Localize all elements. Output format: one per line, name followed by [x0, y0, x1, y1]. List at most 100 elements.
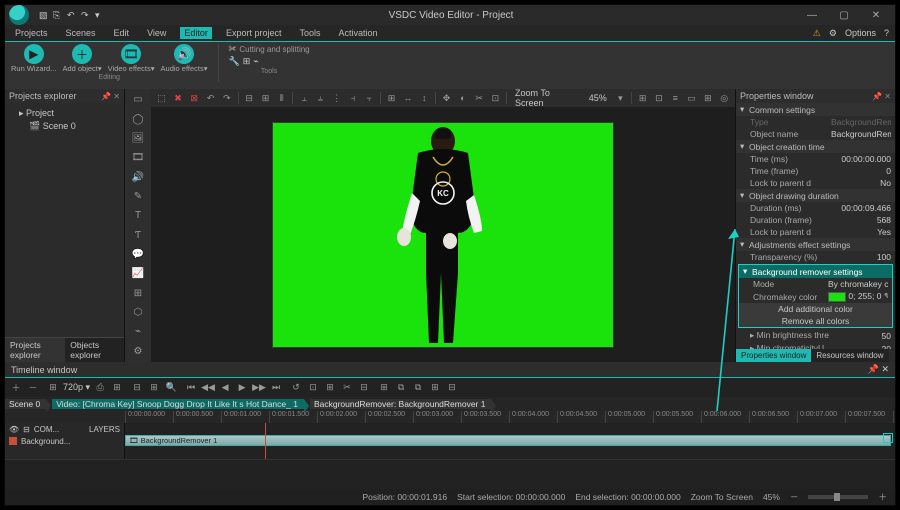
tool-icon[interactable]: Ƭ [129, 227, 147, 244]
tab-properties[interactable]: Properties window [736, 349, 811, 362]
zoom-out-icon[interactable]: － [790, 491, 799, 503]
remove-all-colors-button[interactable]: Remove all colors [739, 315, 892, 327]
eye-icon[interactable]: 👁 [9, 425, 19, 434]
tl-icon[interactable]: ⊞ [323, 381, 337, 395]
tool-icon[interactable]: 💬 [129, 246, 147, 263]
timeline-ruler[interactable]: 0:00:00.0000:00:00.5000:00:01.0000:00:01… [5, 411, 895, 423]
tool-icon[interactable]: 🔊 [129, 168, 147, 185]
run-wizard-button[interactable]: ▶Run Wizard... [11, 44, 56, 73]
menu-export[interactable]: Export project [222, 27, 286, 39]
tab-objects-explorer[interactable]: Objects explorer [65, 337, 124, 362]
tb-icon[interactable]: ⋮ [330, 91, 343, 105]
close-button[interactable]: ✕ [861, 8, 891, 22]
qat-icon[interactable]: ⎘ [53, 10, 63, 20]
tl-icon[interactable]: ⊟ [445, 381, 459, 395]
tl-res[interactable]: 720p ▾ [63, 382, 90, 393]
tool-icon[interactable]: ⬡ [129, 304, 147, 321]
chromakey-value[interactable]: 0; 255; 0 ✎ [828, 291, 888, 302]
prop-group[interactable]: ▾Common settings [736, 103, 895, 116]
tb-icon[interactable]: ⫠ [297, 91, 310, 105]
warning-icon[interactable]: ⚠ [813, 28, 821, 39]
help-icon[interactable]: ? [884, 28, 889, 38]
menu-projects[interactable]: Projects [11, 27, 52, 39]
tb-icon[interactable]: ⊡ [489, 91, 502, 105]
tb-icon[interactable]: ✂ [472, 91, 485, 105]
tb-icon[interactable]: ⊡ [652, 91, 665, 105]
tl-icon[interactable]: ⊞ [110, 381, 124, 395]
play-back-icon[interactable]: ◀ [218, 381, 232, 395]
menu-scenes[interactable]: Scenes [62, 27, 100, 39]
play-start-icon[interactable]: ⏮ [184, 381, 198, 395]
maximize-button[interactable]: ▢ [829, 8, 859, 22]
color-chip[interactable] [828, 292, 846, 302]
tl-icon[interactable]: ↺ [289, 381, 303, 395]
tab-projects-explorer[interactable]: Projects explorer [5, 337, 65, 362]
tb-icon[interactable]: ⬚ [155, 91, 168, 105]
timeline-body[interactable]: 👁⊟ COM... LAYERS Background... 🎞 Backgro… [5, 423, 895, 459]
project-tree[interactable]: ▸ Project 🎬 Scene 0 [5, 103, 124, 337]
crumb-video[interactable]: Video: [Chroma Key] Snoop Dogg Drop It L… [52, 399, 304, 409]
tb-icon[interactable]: ⊞ [259, 91, 272, 105]
tool-icon[interactable]: ⊞ [129, 285, 147, 302]
tb-icon[interactable]: ⊞ [385, 91, 398, 105]
zoom-in-icon[interactable]: ＋ [878, 491, 887, 503]
tool-icon[interactable]: 📈 [129, 265, 147, 282]
pin-icon[interactable]: 📌 ✕ [872, 92, 891, 101]
prop-group[interactable]: ▾Object creation time [736, 140, 895, 153]
tl-icon[interactable]: ⊞ [147, 381, 161, 395]
tl-icon[interactable]: ✂ [340, 381, 354, 395]
crumb-scene[interactable]: Scene 0 [5, 399, 46, 409]
tree-node[interactable]: ▸ Project [11, 107, 118, 120]
tb-icon[interactable]: ⫟ [363, 91, 376, 105]
tl-icon[interactable]: ⊟ [130, 381, 144, 395]
tree-node[interactable]: 🎬 Scene 0 [11, 120, 118, 133]
audio-effects-button[interactable]: 🔊Audio effects▾ [161, 44, 208, 73]
tl-icon[interactable]: 🔍 [164, 381, 178, 395]
menu-edit[interactable]: Edit [110, 27, 134, 39]
tb-close-icon[interactable]: ✖ [171, 91, 184, 105]
tb-icon[interactable]: ↕ [418, 91, 431, 105]
tool-icon[interactable]: ⌁ [253, 56, 258, 67]
quick-access-toolbar[interactable]: ▧ ⎘ ↶ ↷ ▾ [39, 10, 105, 20]
crumb-effect[interactable]: BackgroundRemover: BackgroundRemover 1 [310, 399, 492, 409]
tl-icon[interactable]: ⊞ [377, 381, 391, 395]
preview-canvas[interactable]: KC [273, 123, 613, 347]
play-next-icon[interactable]: ▶▶ [252, 381, 266, 395]
play-end-icon[interactable]: ⏭ [269, 381, 283, 395]
qat-icon[interactable]: ↷ [81, 10, 91, 20]
timeline-clip[interactable]: 🎞 BackgroundRemover 1 [125, 435, 891, 446]
tab-resources[interactable]: Resources window [811, 349, 888, 362]
prop-group[interactable]: ▾Object drawing duration [736, 189, 895, 202]
options-label[interactable]: Options [845, 28, 876, 38]
tb-icon[interactable]: ↔ [401, 91, 414, 105]
qat-icon[interactable]: ▧ [39, 10, 49, 20]
status-zoom-value[interactable]: 45% [763, 492, 780, 502]
tool-icon[interactable]: ▭ [129, 91, 147, 108]
tl-icon[interactable]: ⊟ [357, 381, 371, 395]
tool-icon[interactable]: ⊞ [243, 56, 251, 67]
add-object-button[interactable]: ＋Add object▾ [62, 44, 101, 73]
menu-tools[interactable]: Tools [295, 27, 324, 39]
tb-icon[interactable]: ◐ [456, 91, 469, 105]
play-prev-icon[interactable]: ◀◀ [201, 381, 215, 395]
prop-group[interactable]: ▾Adjustments effect settings [736, 238, 895, 251]
tool-icon[interactable]: 🎞 [129, 149, 147, 166]
zoom-value[interactable]: 45% [585, 93, 611, 103]
prop-group-bgremover[interactable]: ▾Background remover settings [739, 265, 892, 278]
menu-activation[interactable]: Activation [334, 27, 381, 39]
tool-icon[interactable]: ⌁ [129, 323, 147, 340]
tool-icon[interactable]: 🖼 [129, 130, 147, 147]
qat-icon[interactable]: ↶ [67, 10, 77, 20]
tb-icon[interactable]: ↷ [220, 91, 233, 105]
tb-icon[interactable]: ✥ [440, 91, 453, 105]
gear-icon[interactable]: ⚙ [829, 28, 837, 39]
tl-icon[interactable]: ⊞ [46, 381, 60, 395]
tb-icon[interactable]: ◎ [718, 91, 731, 105]
play-icon[interactable]: ▶ [235, 381, 249, 395]
tb-icon[interactable]: ▭ [685, 91, 698, 105]
tool-icon[interactable]: 🔧 [229, 56, 240, 67]
playhead[interactable] [265, 423, 266, 459]
tl-icon[interactable]: ⊞ [428, 381, 442, 395]
tb-icon[interactable]: ⊞ [701, 91, 714, 105]
pin-icon[interactable]: 📌 ✕ [868, 364, 889, 375]
